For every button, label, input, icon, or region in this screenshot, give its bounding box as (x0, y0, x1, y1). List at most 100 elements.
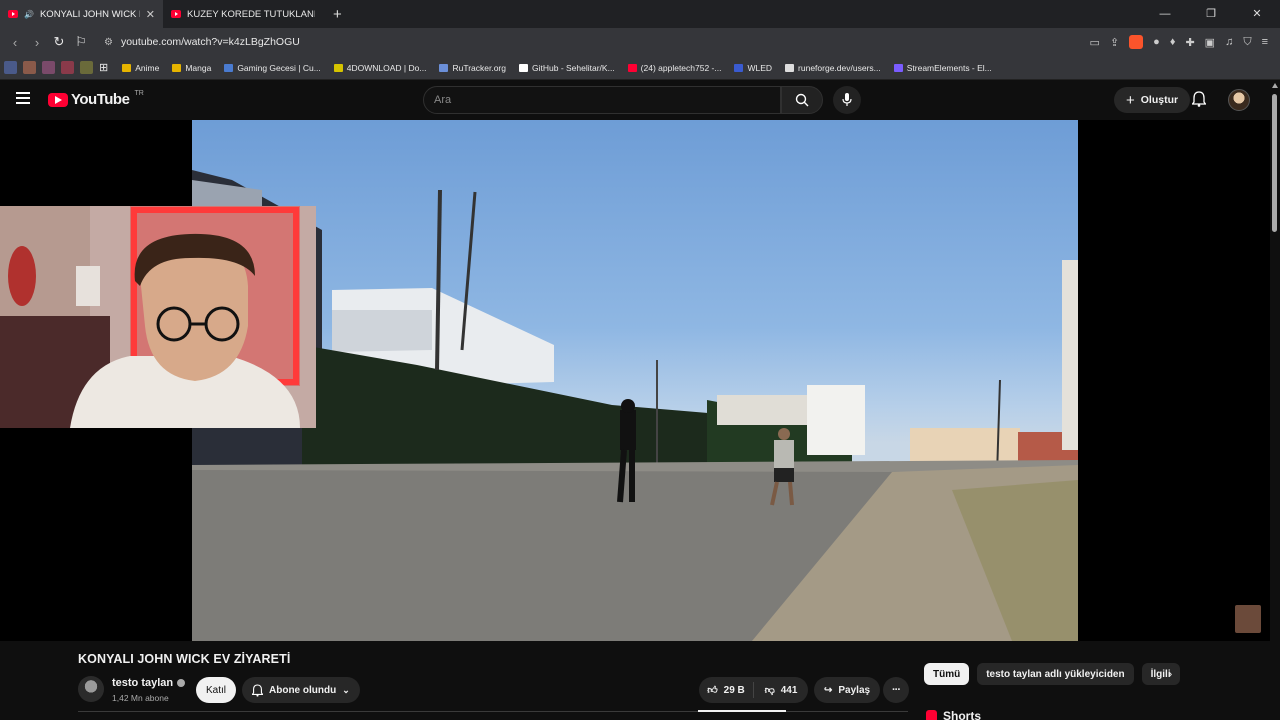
thumbs-down-icon: 👎︎ (764, 685, 775, 696)
dislike-button[interactable]: 👎︎ 441 (754, 684, 808, 697)
site-icon (734, 63, 744, 72)
brave-shields-icon[interactable] (1129, 35, 1144, 49)
channel-name[interactable]: testo taylan (112, 677, 173, 689)
channel-name-row[interactable]: testo taylan (112, 677, 186, 689)
browser-menu-icon[interactable]: ≡ (1262, 36, 1268, 48)
profile-swatch[interactable] (61, 61, 74, 74)
share-button[interactable]: ↪ Paylaş (814, 677, 881, 703)
apps-grid-icon[interactable]: ⊞ (99, 61, 108, 74)
join-button[interactable]: Katıl (196, 677, 236, 703)
bookmark-item[interactable]: WLED (734, 63, 772, 73)
bookmark-label: runeforge.dev/users... (798, 62, 881, 73)
tab-active[interactable]: 🔊 KONYALI JOHN WICK EV ZİYARETİ ✕ (0, 0, 163, 28)
youtube-logo[interactable]: YouTube TR (48, 90, 144, 108)
forward-icon[interactable]: › (26, 35, 48, 50)
video-player[interactable] (0, 120, 1270, 641)
youtube-favicon-icon (171, 10, 181, 18)
like-count: 29 B (723, 684, 745, 696)
search-input[interactable] (424, 87, 780, 113)
bookmark-item[interactable]: Anime (122, 63, 159, 73)
account-avatar[interactable] (1228, 89, 1250, 111)
address-bar[interactable]: ⚙ youtube.com/watch?v=k4zLBgZhOGU (100, 31, 1060, 53)
hamburger-menu-icon[interactable] (16, 92, 30, 104)
profile-swatch[interactable] (23, 61, 36, 74)
miniplayer-thumbnail[interactable] (1235, 605, 1261, 633)
tab-title: KUZEY KOREDE TUTUKLANIRSANIZ NE OLUR (187, 8, 315, 20)
browser-toolbar: ‹ › ↻ ⚐ ⚙ youtube.com/watch?v=k4zLBgZhOG… (0, 28, 1280, 56)
profile-swatch[interactable] (42, 61, 55, 74)
logo-text: YouTube (71, 91, 130, 108)
tab-inactive[interactable]: KUZEY KOREDE TUTUKLANIRSANIZ NE OLUR (163, 0, 323, 28)
search-button[interactable] (781, 86, 823, 114)
bookmark-item[interactable]: RuTracker.org (439, 63, 506, 73)
chevron-down-icon: ⌄ (342, 684, 350, 695)
site-icon (333, 63, 343, 72)
video-frame[interactable] (192, 120, 1078, 641)
media-icon[interactable]: ♫ (1225, 36, 1233, 48)
subscribed-button[interactable]: Abone olundu ⌄ (242, 677, 360, 703)
bell-icon (252, 683, 263, 697)
region-code: TR (134, 90, 144, 97)
bookmark-label: Anime (135, 62, 160, 73)
chip-related[interactable]: İlgili (1141, 663, 1180, 685)
more-actions-button[interactable]: ··· (883, 677, 909, 703)
close-window-icon[interactable]: ✕ (1234, 0, 1280, 28)
chevron-right-icon[interactable]: › (1168, 666, 1172, 681)
microphone-icon (842, 93, 852, 106)
maximize-icon[interactable]: ❐ (1188, 0, 1234, 28)
bookmark-label: RuTracker.org (452, 62, 506, 73)
notifications-button[interactable] (1191, 91, 1207, 112)
create-button[interactable]: + Oluştur (1114, 87, 1191, 113)
page-scrollbar[interactable] (1270, 80, 1280, 720)
extensions-area: ▭ ⇪ ● ♦ ✚ ▣ ♫ ⛉ ≡ (1090, 35, 1268, 49)
bookmark-label: 4DOWNLOAD | Do... (346, 62, 427, 73)
url-text: youtube.com/watch?v=k4zLBgZhOGU (120, 36, 300, 48)
scroll-up-icon[interactable] (1272, 83, 1278, 88)
profile-swatch[interactable] (80, 61, 93, 74)
speaker-icon[interactable]: 🔊 (24, 10, 34, 19)
cast-icon[interactable]: ▭ (1090, 36, 1100, 49)
extensions-puzzle-icon[interactable]: ✚ (1185, 36, 1194, 49)
bookmark-label: Manga (185, 62, 212, 73)
extension-icon[interactable]: ♦ (1170, 36, 1176, 48)
sidebar-icon[interactable]: ▣ (1205, 36, 1215, 49)
create-label: Oluştur (1140, 94, 1179, 106)
site-icon (439, 63, 449, 72)
github-icon (519, 63, 528, 72)
voice-search-button[interactable] (833, 86, 861, 114)
share-page-icon[interactable]: ⇪ (1110, 36, 1119, 49)
vpn-icon[interactable]: ⛉ (1243, 36, 1251, 49)
minimize-icon[interactable]: — (1142, 0, 1188, 28)
chip-all[interactable]: Tümü (924, 663, 970, 685)
like-button[interactable]: 👍︎ 29 B (699, 684, 753, 697)
site-info-icon[interactable]: ⚙ (104, 37, 113, 48)
verified-badge-icon (177, 679, 186, 687)
bookmark-label: (24) appletech752 -... (640, 62, 722, 73)
bookmark-item[interactable]: Gaming Gecesi | Cu... (224, 62, 321, 73)
search-box[interactable] (423, 86, 781, 114)
back-icon[interactable]: ‹ (4, 35, 26, 50)
close-tab-icon[interactable]: ✕ (146, 8, 155, 21)
youtube-icon (627, 63, 637, 72)
scrollbar-thumb[interactable] (1272, 94, 1277, 232)
channel-avatar[interactable] (78, 676, 104, 702)
related-filter-chips: Tümü testo taylan adlı yükleyiciden İlgi… (924, 663, 1180, 685)
window-controls: — ❐ ✕ (1142, 0, 1280, 28)
share-label: Paylaş (838, 684, 871, 696)
bookmark-item[interactable]: GitHub - Sehelitar/K... (519, 63, 615, 73)
extension-icon[interactable]: ● (1153, 36, 1160, 48)
bookmark-icon[interactable]: ⚐ (70, 34, 92, 50)
bookmarks-bar: ⊞ Anime Manga Gaming Gecesi | Cu... 4DOWNLO… (0, 56, 1280, 80)
profile-swatch[interactable] (4, 61, 17, 74)
reload-icon[interactable]: ↻ (48, 34, 70, 50)
chip-from-uploader[interactable]: testo taylan adlı yükleyiciden (977, 663, 1134, 685)
new-tab-button[interactable]: + (333, 6, 342, 23)
bookmark-item[interactable]: runeforge.dev/users... (785, 63, 881, 73)
bookmark-item[interactable]: Manga (172, 63, 211, 73)
bookmark-item[interactable]: StreamElements - El... (893, 63, 992, 73)
bookmark-item[interactable]: (24) appletech752 -... (627, 62, 722, 73)
bookmark-label: Gaming Gecesi | Cu... (237, 62, 321, 73)
bookmark-item[interactable]: 4DOWNLOAD | Do... (333, 62, 427, 73)
actions-underline-highlight (698, 710, 786, 712)
site-icon (224, 63, 234, 72)
